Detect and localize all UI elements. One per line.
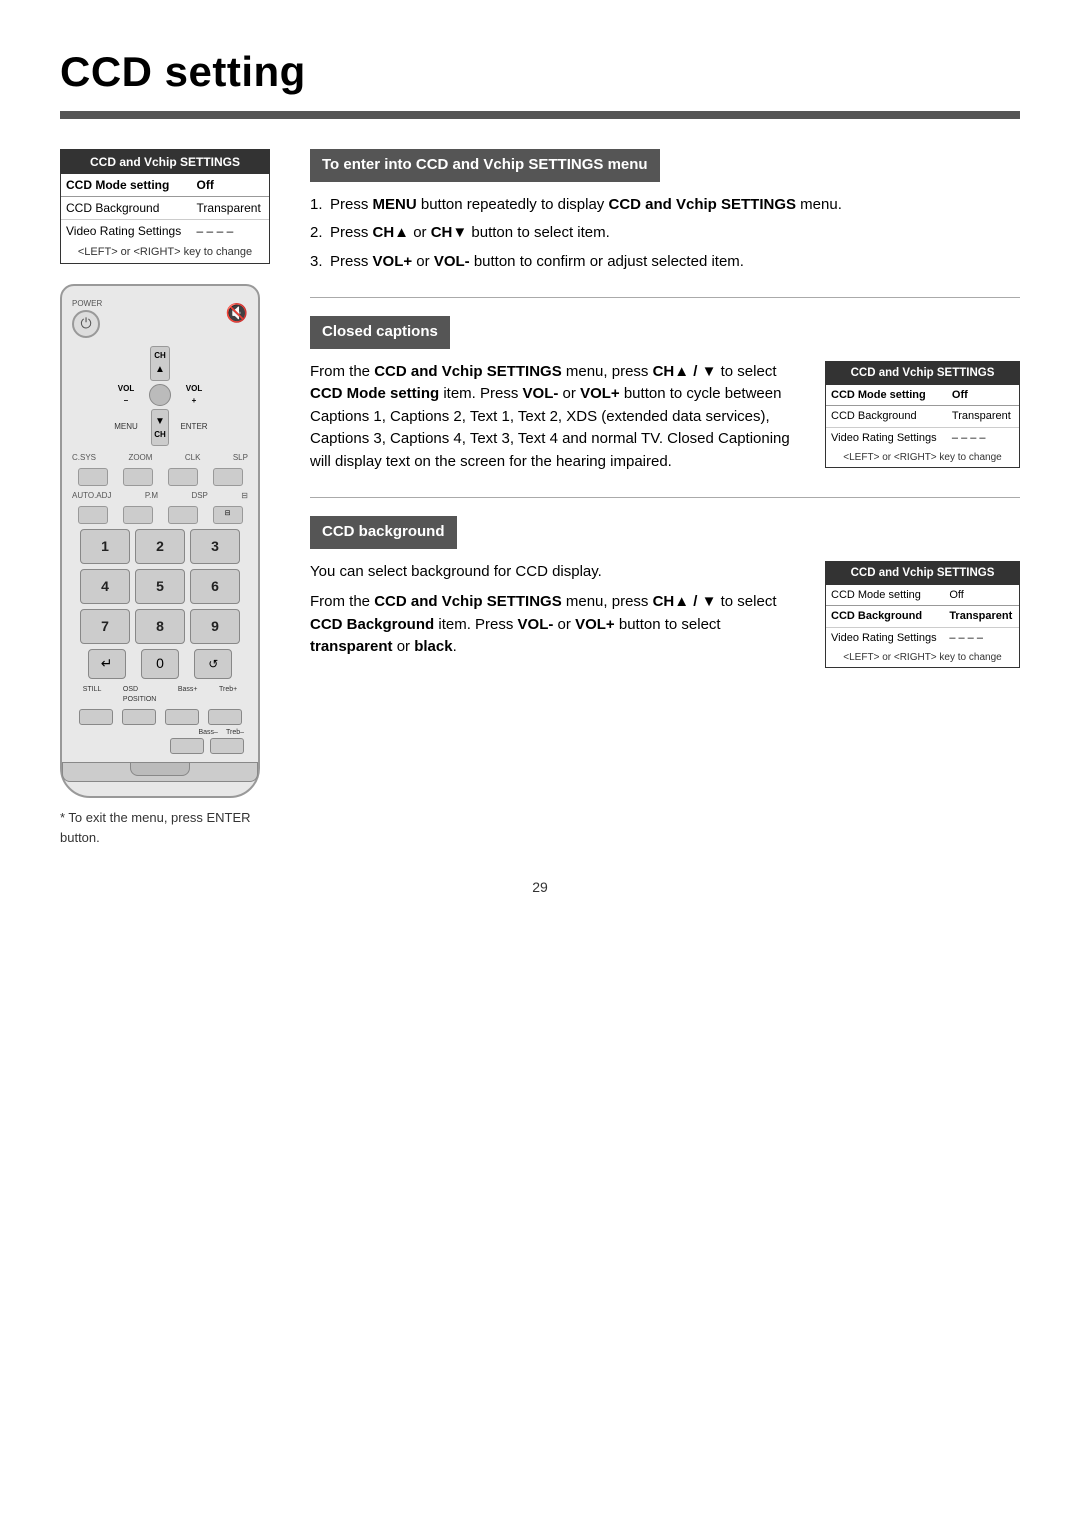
settings-note: <LEFT> or <RIGHT> key to change <box>826 448 1019 467</box>
dsp-button[interactable] <box>168 506 198 524</box>
num-4-button[interactable]: 4 <box>80 569 130 604</box>
table-row: Video Rating Settings– – – – <box>826 627 1019 648</box>
enter-arrow-button[interactable]: ↵ <box>88 649 126 679</box>
num-5-button[interactable]: 5 <box>135 569 185 604</box>
num-3-button[interactable]: 3 <box>190 529 240 564</box>
section-ccd-background: CCD background You can select background… <box>310 516 1020 668</box>
vol-plus-label: VOL+ <box>186 383 202 407</box>
pm-label: P.M <box>145 490 158 502</box>
osd-button[interactable] <box>122 709 156 725</box>
ccd-background-text: You can select background for CCD displa… <box>310 561 805 659</box>
num-7-button[interactable]: 7 <box>80 609 130 644</box>
speaker-icon: 🔇 <box>226 300 248 327</box>
bass-minus-button[interactable] <box>170 738 204 754</box>
clk-label: CLK <box>185 452 201 464</box>
autoadj-label: AUTO.ADJ <box>72 490 111 502</box>
clk-button[interactable] <box>168 468 198 486</box>
treb-minus-label: Treb– <box>226 728 244 739</box>
page-title: CCD setting <box>60 40 1020 103</box>
title-bar <box>60 111 1020 119</box>
table-row: CCD Mode settingOff <box>826 585 1019 606</box>
divider-1 <box>310 297 1020 298</box>
zoom-label: ZOOM <box>128 452 152 464</box>
closed-captions-header: Closed captions <box>310 316 450 349</box>
treb-plus-button[interactable] <box>208 709 242 725</box>
slp-button[interactable] <box>213 468 243 486</box>
table-row: CCD Mode setting Off <box>61 174 269 197</box>
num-9-button[interactable]: 9 <box>190 609 240 644</box>
steps-list: 1. Press MENU button repeatedly to displ… <box>310 194 1020 274</box>
pm-button[interactable] <box>123 506 153 524</box>
top-settings-box: CCD and Vchip SETTINGS CCD Mode setting … <box>60 149 270 264</box>
vol-minus-label: VOL– <box>118 383 134 407</box>
still-button[interactable] <box>79 709 113 725</box>
ccd-background-header: CCD background <box>310 516 457 549</box>
table-row: CCD Background Transparent <box>61 197 269 220</box>
table-row: CCD BackgroundTransparent <box>826 406 1019 428</box>
extra-button[interactable]: ⊟ <box>213 506 243 524</box>
csys-label: C.SYS <box>72 452 96 464</box>
step-3: 3. Press VOL+ or VOL- button to confirm … <box>310 251 1020 274</box>
autoadj-button[interactable] <box>78 506 108 524</box>
section-closed-captions: Closed captions From the CCD and Vchip S… <box>310 316 1020 473</box>
table-row: CCD Mode settingOff <box>826 385 1019 406</box>
number-grid: 1 2 3 4 5 6 7 8 9 <box>80 529 240 644</box>
bass-plus-label: Bass+ <box>178 685 198 706</box>
nav-center[interactable] <box>149 384 171 406</box>
slp-label: SLP <box>233 452 248 464</box>
enter-label: ENTER <box>180 421 207 433</box>
num-1-button[interactable]: 1 <box>80 529 130 564</box>
settings-note: <LEFT> or <RIGHT> key to change <box>826 648 1019 667</box>
remote-control: POWER ⏻ 🔇 CH ▲ VOL– <box>60 284 260 799</box>
icon-label: ⊟ <box>241 490 248 502</box>
section-enter-header: To enter into CCD and Vchip SETTINGS men… <box>310 149 660 182</box>
top-settings-box-title: CCD and Vchip SETTINGS <box>61 150 269 174</box>
num-6-button[interactable]: 6 <box>190 569 240 604</box>
bass-minus-label: Bass– <box>199 728 218 739</box>
treb-minus-button[interactable] <box>210 738 244 754</box>
closed-captions-settings-box: CCD and Vchip SETTINGS CCD Mode settingO… <box>825 361 1020 469</box>
ccd-background-settings-box: CCD and Vchip SETTINGS CCD Mode settingO… <box>825 561 1020 669</box>
settings-note: <LEFT> or <RIGHT> key to change <box>61 242 269 263</box>
num-0-button[interactable]: 0 <box>141 649 179 679</box>
csys-button[interactable] <box>78 468 108 486</box>
ch-down-button[interactable]: ▼ CH <box>151 409 169 446</box>
remote-stand <box>130 762 190 776</box>
table-row-highlight: CCD BackgroundTransparent <box>826 606 1019 628</box>
ccd-background-settings-title: CCD and Vchip SETTINGS <box>826 562 1019 585</box>
menu-label: MENU <box>114 421 138 433</box>
closed-captions-settings-title: CCD and Vchip SETTINGS <box>826 362 1019 385</box>
closed-captions-text: From the CCD and Vchip SETTINGS menu, pr… <box>310 361 805 474</box>
bass-plus-button[interactable] <box>165 709 199 725</box>
treb-plus-label: Treb+ <box>219 685 237 706</box>
section-enter-menu: To enter into CCD and Vchip SETTINGS men… <box>310 149 1020 273</box>
num-2-button[interactable]: 2 <box>135 529 185 564</box>
page-number: 29 <box>60 877 1020 898</box>
osd-position-label: OSDPOSITION <box>123 685 156 706</box>
power-label: POWER <box>72 298 102 310</box>
return-button[interactable]: ↺ <box>194 649 232 679</box>
step-2: 2. Press CH▲ or CH▼ button to select ite… <box>310 222 1020 245</box>
dsp-label: DSP <box>191 490 207 502</box>
table-row: Video Rating Settings– – – – <box>826 427 1019 448</box>
divider-2 <box>310 497 1020 498</box>
zoom-button[interactable] <box>123 468 153 486</box>
step-1: 1. Press MENU button repeatedly to displ… <box>310 194 1020 217</box>
ch-up-button[interactable]: CH ▲ <box>150 346 170 381</box>
footer-note: * To exit the menu, press ENTER button. <box>60 808 280 847</box>
still-label: STILL <box>83 685 102 706</box>
power-button[interactable]: ⏻ <box>72 310 100 338</box>
num-8-button[interactable]: 8 <box>135 609 185 644</box>
table-row: Video Rating Settings – – – – <box>61 220 269 243</box>
